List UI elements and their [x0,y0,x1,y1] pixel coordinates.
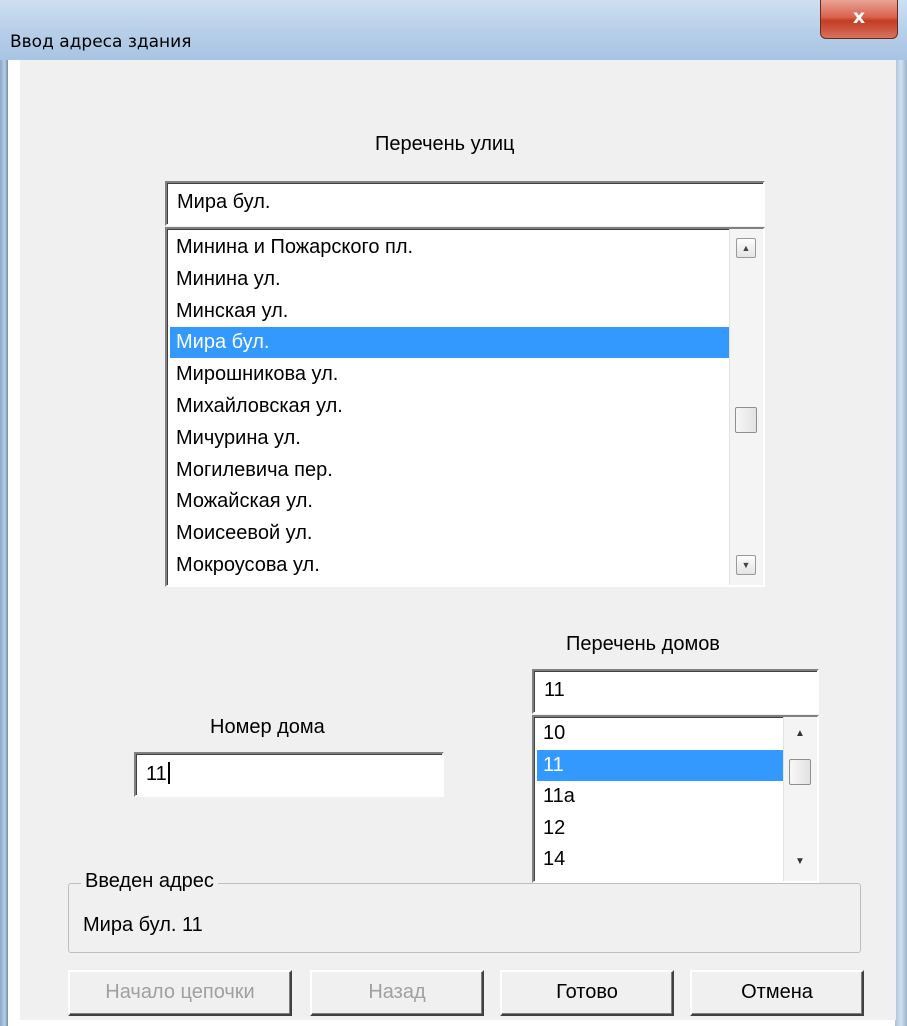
list-item[interactable]: Минина и Пожарского пл. [170,232,729,263]
scroll-down-icon[interactable]: ▼ [736,555,756,575]
streets-label: Перечень улиц [375,133,515,155]
list-item[interactable]: 12 [537,813,783,844]
house-listbox[interactable]: 14 12 11а 11 10 ▲ ▼ [532,715,819,883]
list-item[interactable]: Могилевича пер. [170,455,729,486]
list-item[interactable]: 10 [537,718,783,749]
list-item[interactable]: Михайловская ул. [170,391,729,422]
window-title: Ввод адреса здания [10,32,192,52]
close-button[interactable]: x [820,0,898,39]
done-button[interactable]: Готово [500,970,674,1016]
chain-start-button[interactable]: Начало цепочки [68,970,292,1016]
text-caret [167,762,170,784]
scroll-up-icon[interactable]: ▲ [736,238,756,258]
house-scroll-thumb[interactable] [789,759,811,785]
close-icon: x [852,6,866,28]
list-item[interactable]: 14 [537,844,783,875]
list-item[interactable]: Мирошникова ул. [170,359,729,390]
house-number-value: 11 [146,763,167,785]
houses-label: Перечень домов [566,633,720,655]
house-scrollbar[interactable]: ▲ ▼ [783,717,817,881]
house-search-input[interactable]: 11 [532,669,819,714]
list-item[interactable]: Можайская ул. [170,486,729,517]
house-number-input[interactable]: 11 [134,752,444,797]
list-item[interactable]: Минская ул. [170,296,729,327]
scroll-up-icon[interactable]: ▲ [790,725,810,745]
street-listbox[interactable]: Мокроусова ул. Моисеевой ул. Можайская ул.… [165,227,765,587]
list-item[interactable]: Моисеевой ул. [170,518,729,549]
list-item[interactable]: Мокроусова ул. [170,550,729,581]
street-search-input[interactable]: Мира бул. [165,181,765,226]
house-number-label: Номер дома [210,716,325,738]
list-item[interactable]: Минина ул. [170,264,729,295]
street-scrollbar[interactable]: ▲ ▼ [729,229,763,585]
back-button[interactable]: Назад [310,970,484,1016]
entered-address-group: Введен адрес Мира бул. 11 [68,870,861,953]
entered-address-value: Мира бул. 11 [83,914,203,936]
house-search-value: 11 [544,679,565,701]
title-bar[interactable]: Ввод адреса здания x [0,0,907,60]
list-item[interactable]: 11 [537,749,783,781]
list-item[interactable]: Мичурина ул. [170,423,729,454]
scroll-down-icon[interactable]: ▼ [790,853,810,873]
list-item[interactable]: Мира бул. [170,327,729,359]
window-frame-right [895,0,907,1026]
dialog-body: Перечень улиц Мира бул. Мокроусова ул. Мо… [20,60,896,1020]
street-search-value: Мира бул. [177,191,271,213]
street-scroll-thumb[interactable] [735,407,757,433]
list-item[interactable]: 11а [537,781,783,812]
entered-address-legend: Введен адрес [81,870,218,893]
window-frame-left [0,0,8,1026]
cancel-button[interactable]: Отмена [690,970,864,1016]
